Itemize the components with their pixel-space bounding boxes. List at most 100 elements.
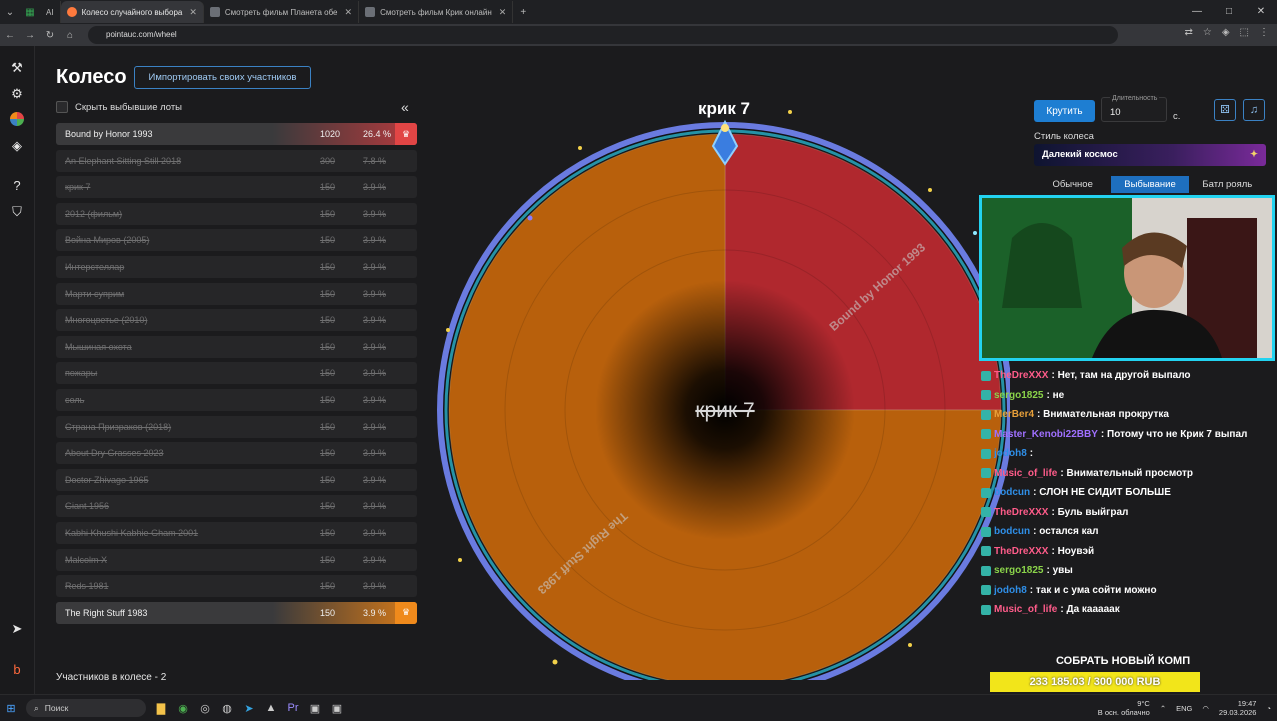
music-note-icon[interactable]: ♫: [1243, 99, 1265, 121]
tab-ai[interactable]: AI: [40, 1, 61, 23]
windows-taskbar: ⊞ ⌕ Поиск ▇ ◉ ◎ ◍ ➤ ▲ Pr ▣ ▣ 9°C В осн. об…: [0, 694, 1277, 721]
boosty-icon[interactable]: b: [9, 662, 25, 678]
close-tab-icon[interactable]: ✕: [345, 7, 353, 18]
tab-label: Колесо случайного выбора: [81, 7, 183, 17]
lot-row[interactable]: Война Миров (2005) 150 3.9 %: [56, 229, 417, 252]
lot-row[interactable]: Giant 1956 150 3.9 %: [56, 495, 417, 518]
lot-name: Reds 1981: [65, 581, 109, 592]
browser-toolbar-icons: ⇄ ☆ ◈ ⬚ ⋮: [1184, 27, 1269, 38]
clock-time: 19:47: [1237, 699, 1257, 708]
chat-username: TheDreXXX: [994, 545, 1049, 557]
close-tab-icon[interactable]: ✕: [499, 7, 507, 18]
lot-name: Война Миров (2005): [65, 235, 150, 246]
spin-button[interactable]: Крутить: [1034, 100, 1095, 122]
auction-hammer-icon[interactable]: ⚒: [9, 60, 25, 76]
settings-gear-icon[interactable]: ⚙: [9, 86, 25, 102]
obs-icon[interactable]: ◍: [216, 695, 238, 721]
shield-icon[interactable]: ⛉: [9, 204, 25, 220]
url-input[interactable]: pointauc.com/wheel: [88, 26, 1118, 44]
extension-icon[interactable]: ◈: [1222, 27, 1230, 38]
chat-message: jodoh8:: [981, 444, 1271, 464]
collapse-panel-icon[interactable]: «: [401, 99, 409, 115]
layers-icon[interactable]: ◈: [9, 138, 25, 154]
chat-text: : Внимательная прокрутка: [1037, 409, 1169, 421]
duration-input[interactable]: Длительность 10: [1101, 95, 1167, 122]
tab-list-icon[interactable]: ⌄: [0, 2, 20, 22]
lot-row[interactable]: Мышиная охота 150 3.9 %: [56, 335, 417, 358]
tab-movie-2[interactable]: Смотреть фильм Крик онлайн ✕: [359, 1, 514, 23]
tray-chevron-icon[interactable]: ⌃: [1160, 704, 1166, 713]
close-tab-icon[interactable]: ✕: [189, 7, 197, 18]
file-explorer-icon[interactable]: ▇: [150, 695, 172, 721]
lot-row[interactable]: 2012 (фильм) 150 3.9 %: [56, 202, 417, 225]
reload-icon[interactable]: ↻: [40, 30, 60, 41]
close-window-icon[interactable]: ✕: [1245, 0, 1277, 24]
app-icon[interactable]: ◎: [194, 695, 216, 721]
prize-wheel[interactable]: крик 7 Bound by Honor 1993 The Right Stu…: [430, 100, 1010, 680]
lot-amount: 150: [320, 394, 336, 405]
browser-tab-bar: ⌄ ▦ AI Колесо случайного выбора ✕ Смотрет…: [0, 0, 1277, 24]
premiere-icon[interactable]: Pr: [282, 695, 304, 721]
windows-start-icon[interactable]: ⊞: [0, 695, 22, 721]
lot-row[interactable]: Kabhi Khushi Kabhie Gham 2001 150 3.9 %: [56, 521, 417, 544]
new-tab-button[interactable]: +: [513, 2, 533, 22]
weather-widget[interactable]: 9°C В осн. облачно: [1098, 699, 1150, 717]
translate-icon[interactable]: ⇄: [1184, 27, 1192, 38]
import-participants-button[interactable]: Импортировать своих участников: [134, 66, 311, 89]
wheel-style-select[interactable]: Далекий космос ✦: [1034, 144, 1266, 166]
chat-text: : Буль выйграл: [1051, 506, 1129, 518]
chat-badge-icon: [981, 468, 991, 479]
lot-row[interactable]: пожары 150 3.9 %: [56, 362, 417, 385]
lot-row[interactable]: Bound by Honor 1993 1020 26.4 % ♛: [56, 123, 417, 145]
lot-row[interactable]: Reds 1981 150 3.9 %: [56, 575, 417, 598]
back-icon[interactable]: ←: [0, 30, 20, 41]
lot-row[interactable]: The Right Stuff 1983 150 3.9 % ♛: [56, 601, 417, 624]
taskbar-search[interactable]: ⌕ Поиск: [26, 699, 146, 717]
lot-row[interactable]: Многоцветье (2010) 150 3.9 %: [56, 309, 417, 332]
clock[interactable]: 19:47 29.03.2026: [1219, 699, 1257, 717]
hide-eliminated-checkbox[interactable]: [56, 101, 68, 113]
dice-icon[interactable]: ⚄: [1214, 99, 1236, 121]
hide-eliminated-label: Скрыть выбывшие лоты: [75, 101, 183, 113]
tab-mode-normal[interactable]: Обычное: [1034, 176, 1111, 193]
minimize-icon[interactable]: —: [1181, 0, 1213, 24]
maximize-icon[interactable]: □: [1213, 0, 1245, 24]
home-icon[interactable]: ⌂: [60, 30, 80, 41]
chrome-icon[interactable]: ◉: [172, 695, 194, 721]
tab-mode-elimination[interactable]: Выбывание: [1111, 176, 1189, 193]
notifications-icon[interactable]: ◔: [1266, 704, 1271, 713]
lot-winner-icon[interactable]: ♛: [395, 123, 417, 145]
telegram-taskbar-icon[interactable]: ➤: [238, 695, 260, 721]
tab-mode-battle-royale[interactable]: Батл рояль: [1189, 176, 1266, 193]
tab-label: AI: [46, 7, 54, 17]
app-icon[interactable]: ▣: [304, 695, 326, 721]
help-icon[interactable]: ?: [9, 178, 25, 194]
lot-row[interactable]: Malcolm X 150 3.9 %: [56, 548, 417, 571]
sheets-icon[interactable]: ▦: [20, 2, 40, 22]
forward-icon[interactable]: →: [20, 30, 40, 41]
app-icon[interactable]: ▲: [260, 695, 282, 721]
tab-wheel[interactable]: Колесо случайного выбора ✕: [60, 1, 204, 23]
lot-name: About Dry Grasses 2023: [65, 448, 164, 459]
lot-row[interactable]: Интерстеллар 150 3.9 %: [56, 255, 417, 278]
lot-row[interactable]: Страна Призраков (2018) 150 3.9 %: [56, 415, 417, 438]
tab-movie-1[interactable]: Смотреть фильм Планета обе ✕: [204, 1, 360, 23]
lot-row[interactable]: Марти суприм 150 3.9 %: [56, 282, 417, 305]
network-icon[interactable]: ◠: [1202, 704, 1209, 713]
lot-row[interactable]: крик 7 150 3.9 %: [56, 176, 417, 199]
lot-row[interactable]: Doctor Zhivago 1965 150 3.9 %: [56, 468, 417, 491]
lot-row[interactable]: соль 150 3.9 %: [56, 388, 417, 411]
lot-row[interactable]: An Elephant Sitting Still 2018 300 7.8 %: [56, 149, 417, 172]
bookmark-star-icon[interactable]: ☆: [1203, 27, 1212, 38]
hide-eliminated-row[interactable]: Скрыть выбывшие лоты: [56, 101, 182, 113]
app-icon[interactable]: ▣: [326, 695, 348, 721]
lot-row[interactable]: About Dry Grasses 2023 150 3.9 %: [56, 442, 417, 465]
puzzle-icon[interactable]: ⬚: [1240, 27, 1249, 38]
menu-icon[interactable]: ⋮: [1259, 27, 1269, 38]
wheel-icon[interactable]: [10, 112, 24, 126]
lot-winner-icon[interactable]: ♛: [395, 601, 417, 624]
telegram-icon[interactable]: ➤: [9, 621, 25, 637]
language-indicator[interactable]: ENG: [1176, 704, 1192, 713]
chat-username: bodcun: [994, 526, 1031, 538]
chat-message: MerBer4: Внимательная прокрутка: [981, 405, 1271, 425]
